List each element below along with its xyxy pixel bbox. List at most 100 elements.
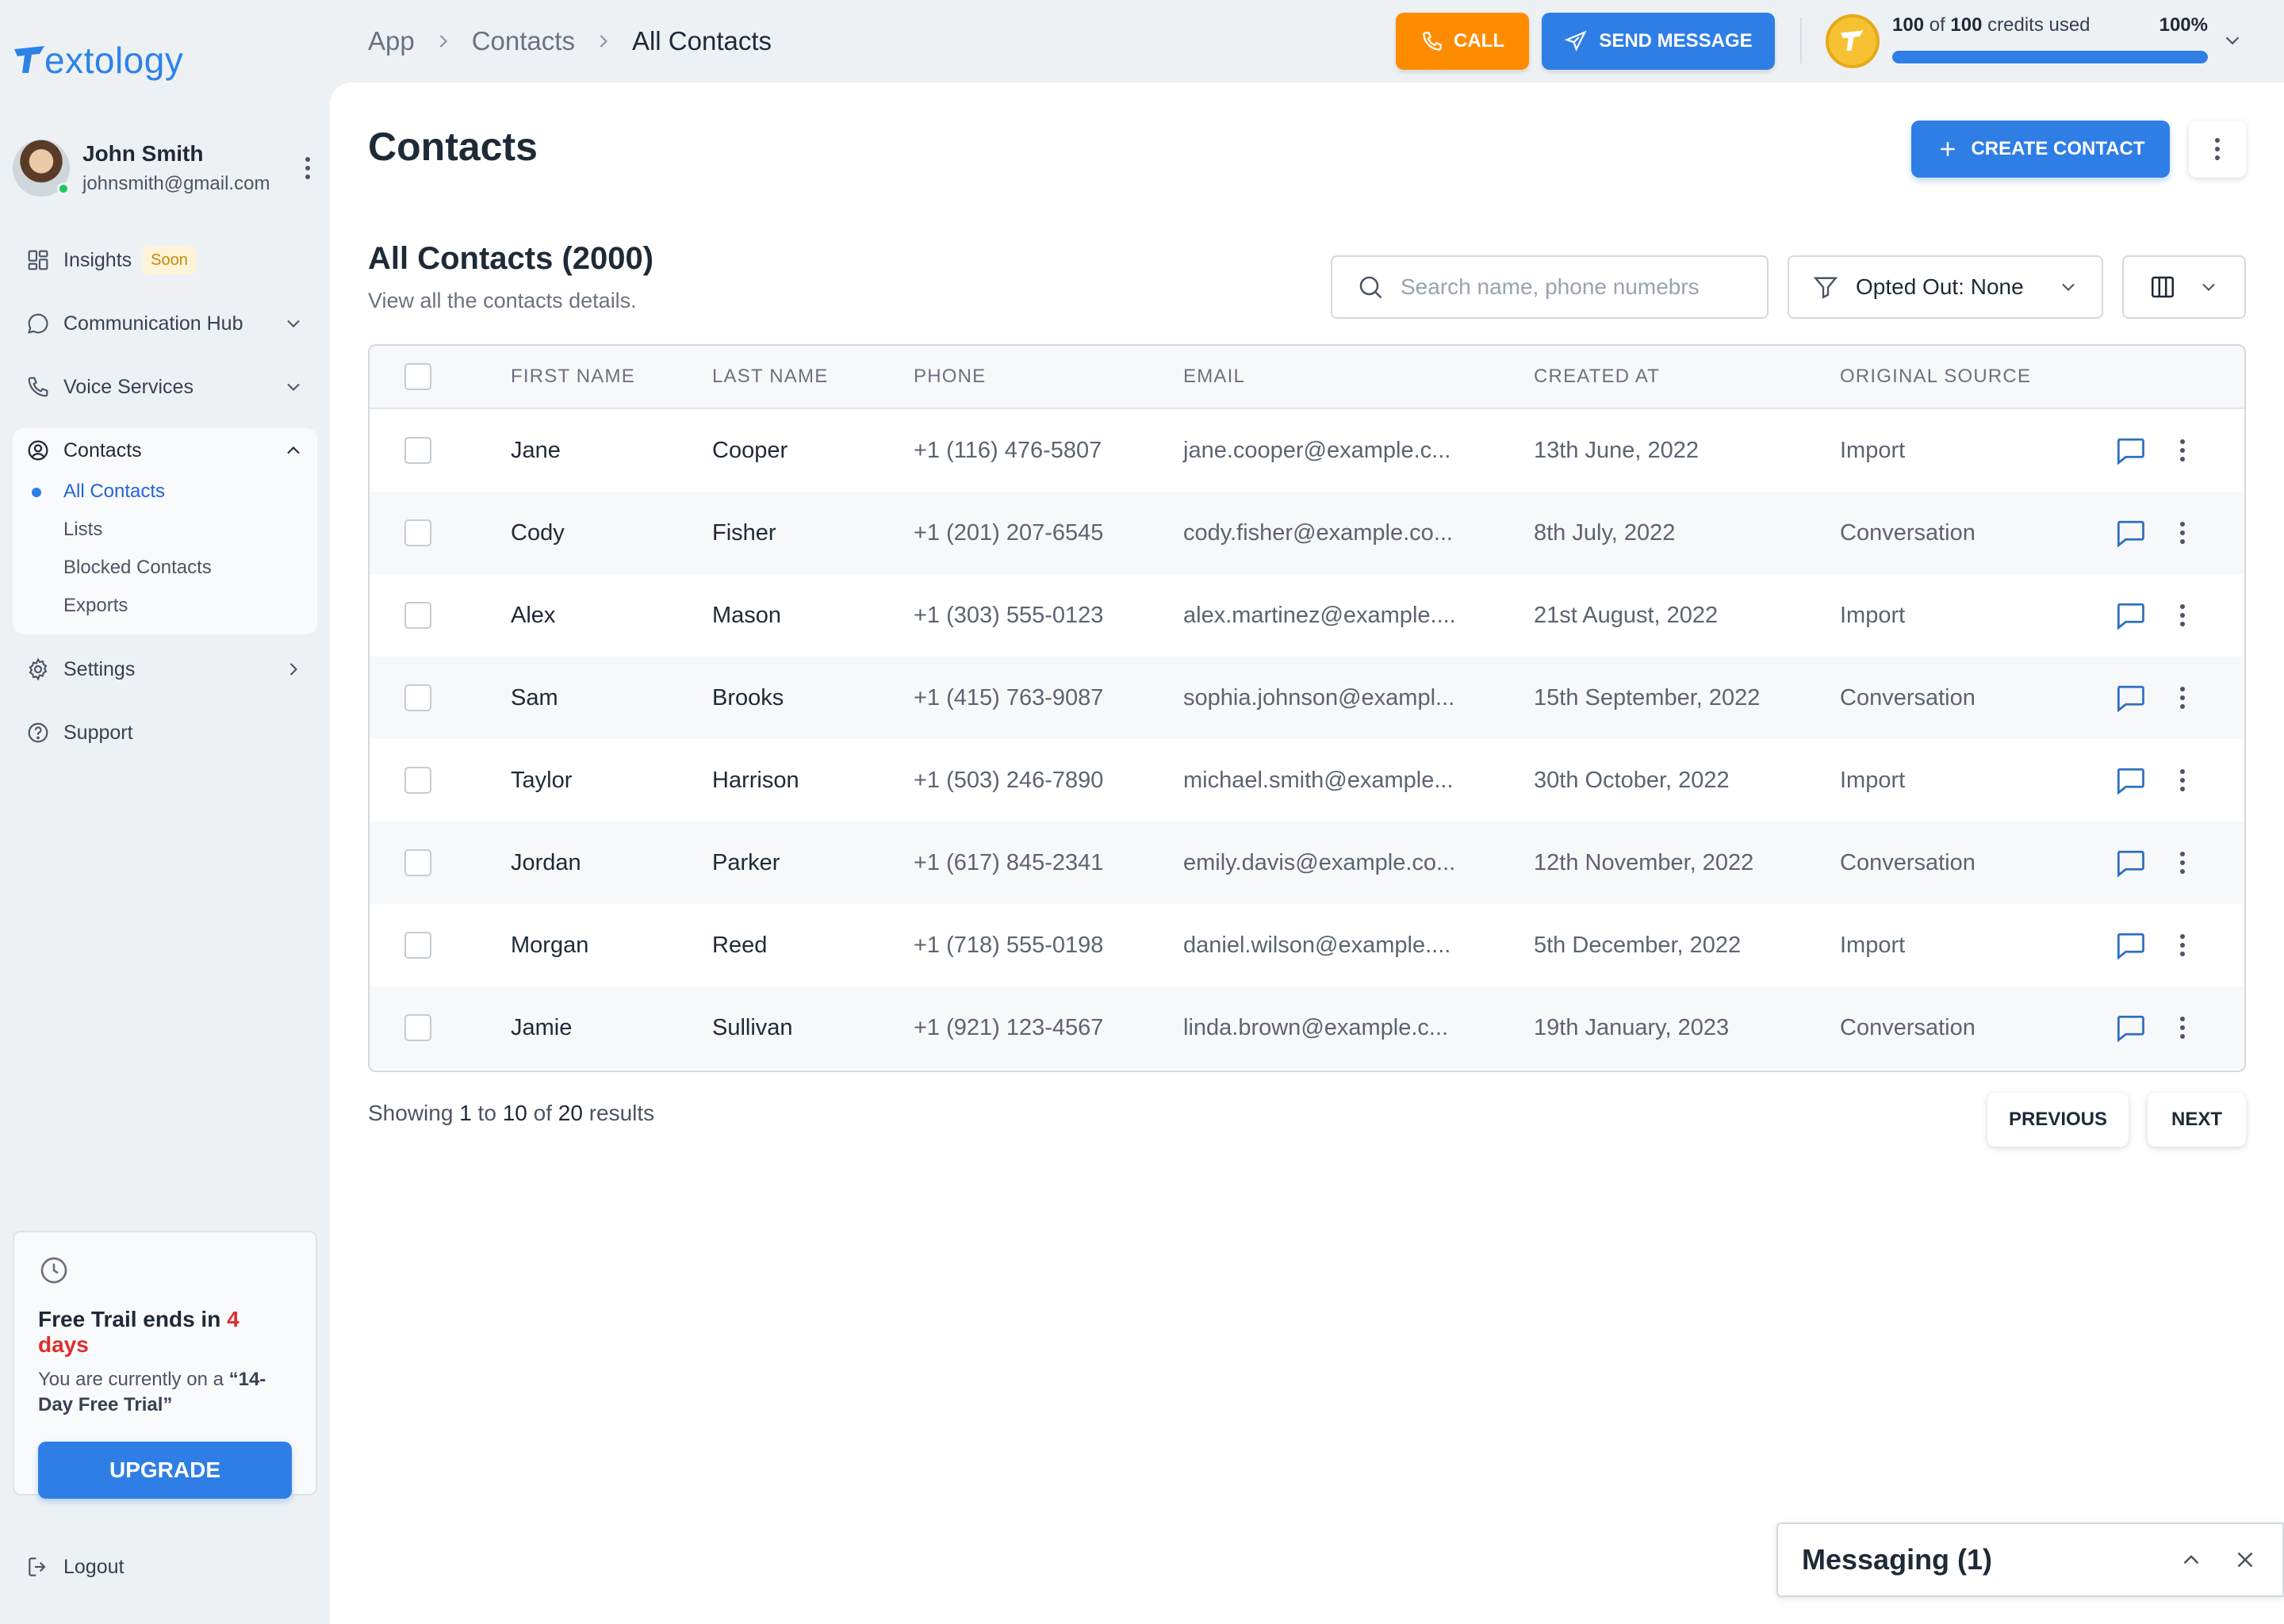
cell-first-name: Jamie xyxy=(511,1014,573,1040)
chevron-down-icon[interactable] xyxy=(2221,29,2244,52)
previous-page-button[interactable]: PREVIOUS xyxy=(1987,1093,2129,1147)
credits-percent: 100% xyxy=(2159,14,2208,36)
select-all-checkbox[interactable] xyxy=(404,363,431,390)
message-icon[interactable] xyxy=(2113,515,2148,550)
sidebar-item-insights[interactable]: Insights Soon xyxy=(13,238,317,282)
page-more-button[interactable] xyxy=(2189,121,2246,178)
sidebar-item-voice-services[interactable]: Voice Services xyxy=(13,365,317,409)
row-more-kebab-icon[interactable] xyxy=(2173,847,2192,879)
table-row[interactable]: Taylor Harrison +1 (503) 246-7890 michael.s… xyxy=(370,739,2244,822)
send-icon xyxy=(1564,30,1587,52)
messaging-panel[interactable]: Messaging (1) xyxy=(1776,1522,2284,1597)
user-profile[interactable]: John Smith johnsmith@gmail.com xyxy=(13,138,317,198)
row-more-kebab-icon[interactable] xyxy=(2173,435,2192,466)
row-checkbox[interactable] xyxy=(404,602,431,629)
search-input[interactable] xyxy=(1401,274,1743,300)
app-logo[interactable]: extology xyxy=(13,35,183,86)
soon-badge: Soon xyxy=(143,246,196,274)
chevron-up-icon[interactable] xyxy=(2178,1546,2205,1573)
row-more-kebab-icon[interactable] xyxy=(2173,599,2192,631)
row-more-kebab-icon[interactable] xyxy=(2173,929,2192,961)
breadcrumb-current: All Contacts xyxy=(631,26,772,56)
cell-original-source: Conversation xyxy=(1840,684,1976,710)
cell-original-source: Import xyxy=(1840,602,1906,628)
column-header-phone[interactable]: PHONE xyxy=(914,366,1183,388)
cell-phone: +1 (415) 763-9087 xyxy=(914,684,1104,710)
opted-out-filter[interactable]: Opted Out: None xyxy=(1788,255,2103,319)
table-row[interactable]: Jordan Parker +1 (617) 845-2341 emily.davis… xyxy=(370,822,2244,904)
create-contact-button[interactable]: CREATE CONTACT xyxy=(1911,121,2170,178)
column-header-email[interactable]: EMAIL xyxy=(1183,366,1534,388)
sidebar-item-support[interactable]: Support xyxy=(13,710,317,755)
column-header-last-name[interactable]: LAST NAME xyxy=(712,366,914,388)
cell-last-name: Reed xyxy=(712,932,768,958)
credits-progress-bar xyxy=(1892,51,2208,63)
breadcrumb-app[interactable]: App xyxy=(368,26,415,56)
table-row[interactable]: Alex Mason +1 (303) 555-0123 alex.martinez@… xyxy=(370,574,2244,657)
online-status-dot xyxy=(57,182,70,195)
message-icon[interactable] xyxy=(2113,763,2148,798)
logo-mark-icon xyxy=(14,46,44,73)
column-header-original-source[interactable]: ORIGINAL SOURCE xyxy=(1840,366,2113,388)
sidebar-subitem-blocked-contacts[interactable]: Blocked Contacts xyxy=(13,549,317,587)
chevron-down-icon xyxy=(287,383,300,391)
call-button[interactable]: CALL xyxy=(1396,13,1529,70)
close-icon[interactable] xyxy=(2232,1546,2259,1573)
message-icon[interactable] xyxy=(2113,598,2148,633)
sidebar-item-communication-hub[interactable]: Communication Hub xyxy=(13,301,317,346)
row-more-kebab-icon[interactable] xyxy=(2173,1012,2192,1044)
message-icon[interactable] xyxy=(2113,845,2148,880)
send-message-button[interactable]: SEND MESSAGE xyxy=(1542,13,1775,70)
sidebar-item-contacts[interactable]: Contacts xyxy=(13,428,317,473)
credits-coin-icon xyxy=(1826,14,1880,68)
column-header-first-name[interactable]: FIRST NAME xyxy=(511,366,712,388)
row-checkbox[interactable] xyxy=(404,932,431,959)
row-checkbox[interactable] xyxy=(404,437,431,464)
columns-toggle-button[interactable] xyxy=(2122,255,2246,319)
send-message-label: SEND MESSAGE xyxy=(1599,30,1753,52)
table-row[interactable]: Jane Cooper +1 (116) 476-5807 jane.cooper@e… xyxy=(370,409,2244,492)
message-icon[interactable] xyxy=(2113,1010,2148,1045)
trial-title: Free Trail ends in 4 days xyxy=(38,1307,292,1358)
user-email: johnsmith@gmail.com xyxy=(82,173,270,194)
user-menu-kebab-icon[interactable] xyxy=(298,152,317,184)
next-page-button[interactable]: NEXT xyxy=(2148,1093,2246,1147)
search-box[interactable] xyxy=(1331,255,1769,319)
message-icon[interactable] xyxy=(2113,433,2148,468)
row-checkbox[interactable] xyxy=(404,849,431,876)
cell-email: linda.brown@example.c... xyxy=(1183,1014,1449,1040)
row-checkbox[interactable] xyxy=(404,684,431,711)
row-checkbox[interactable] xyxy=(404,519,431,546)
section-subtitle: View all the contacts details. xyxy=(368,289,637,312)
columns-icon xyxy=(2151,276,2175,298)
sidebar-item-label: Insights xyxy=(63,248,132,271)
cell-original-source: Conversation xyxy=(1840,519,1976,546)
trial-description: You are currently on a “14-Day Free Tria… xyxy=(38,1367,292,1418)
upgrade-button[interactable]: UPGRADE xyxy=(38,1442,292,1499)
row-more-kebab-icon[interactable] xyxy=(2173,764,2192,796)
logout-button[interactable]: Logout xyxy=(25,1554,124,1580)
row-checkbox[interactable] xyxy=(404,767,431,794)
sidebar-subitem-all-contacts[interactable]: All Contacts xyxy=(13,473,317,511)
sidebar-subitem-lists[interactable]: Lists xyxy=(13,511,317,549)
table-row[interactable]: Sam Brooks +1 (415) 763-9087 sophia.johnson… xyxy=(370,657,2244,739)
column-header-created-at[interactable]: CREATED AT xyxy=(1534,366,1840,388)
cell-email: cody.fisher@example.co... xyxy=(1183,519,1453,546)
message-icon[interactable] xyxy=(2113,928,2148,963)
sidebar-subitem-exports[interactable]: Exports xyxy=(13,587,317,625)
contacts-nav-group: Contacts All Contacts Lists Blocked Cont… xyxy=(13,428,317,634)
row-checkbox[interactable] xyxy=(404,1014,431,1041)
sidebar-item-settings[interactable]: Settings xyxy=(13,647,317,691)
cell-last-name: Cooper xyxy=(712,437,788,463)
row-more-kebab-icon[interactable] xyxy=(2173,682,2192,714)
row-more-kebab-icon[interactable] xyxy=(2173,517,2192,549)
plus-icon xyxy=(1941,142,1956,156)
logo-mark-icon xyxy=(1841,30,1864,51)
table-body: Jane Cooper +1 (116) 476-5807 jane.cooper@e… xyxy=(370,409,2244,1069)
cell-first-name: Jane xyxy=(511,437,561,463)
table-row[interactable]: Morgan Reed +1 (718) 555-0198 daniel.wilson… xyxy=(370,904,2244,986)
table-row[interactable]: Cody Fisher +1 (201) 207-6545 cody.fisher@e… xyxy=(370,492,2244,574)
message-icon[interactable] xyxy=(2113,680,2148,715)
table-row[interactable]: Jamie Sullivan +1 (921) 123-4567 linda.brow… xyxy=(370,986,2244,1069)
breadcrumb-contacts[interactable]: Contacts xyxy=(472,26,575,56)
